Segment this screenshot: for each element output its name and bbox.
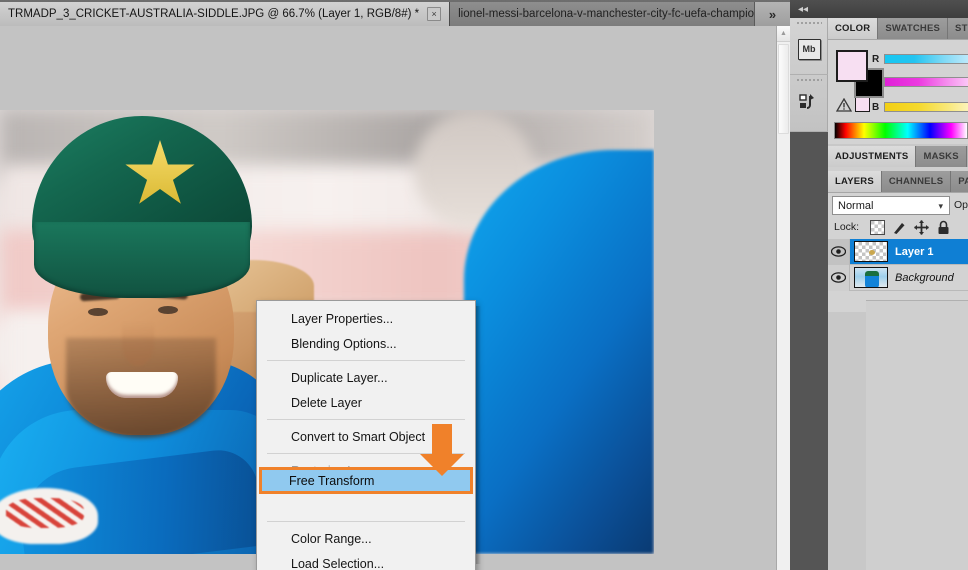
tab-paths[interactable]: PA [951,171,968,192]
mini-bridge-button[interactable]: Mb [790,18,828,75]
history-actions-icon [799,94,814,109]
document-tab-active[interactable]: TRMADP_3_CRICKET-AUSTRALIA-SIDDLE.JPG @ … [0,2,451,26]
slider-r[interactable] [884,54,968,64]
lock-label: Lock: [834,221,860,233]
jacket-logo-mark [6,498,84,528]
layer-thumbnail[interactable] [854,267,888,288]
menu-item-load-selection[interactable]: Load Selection... [257,551,475,570]
chevron-down-icon: ▾ [938,201,943,211]
slider-g[interactable] [884,77,968,87]
dock-rail-filler [790,132,828,570]
canvas-vertical-scrollbar[interactable]: ▲ [776,26,790,570]
right-person-shoulder [464,150,654,554]
tab-masks[interactable]: MASKS [916,146,967,167]
warning-triangle-icon [836,98,852,112]
close-icon[interactable]: × [427,7,442,21]
layers-panel-filler [866,300,968,570]
menu-item-duplicate-layer[interactable]: Duplicate Layer... [257,365,475,390]
eye-icon [831,246,846,257]
document-tab-title: lionel-messi-barcelona-v-manchester-city… [458,8,779,20]
menu-item-color-range[interactable]: Color Range... [257,526,475,551]
lock-row: Lock: [828,217,968,239]
menu-item-free-transform-label: Free Transform [289,474,375,488]
panel-column: COLOR SWATCHES STY R G B ADJUSTMENTS MAS… [828,18,968,570]
blend-mode-row: Normal ▾ Opa [828,193,968,217]
blend-mode-select[interactable]: Normal ▾ [832,196,950,215]
layers-panel-body: Normal ▾ Opa Lock: [828,192,968,312]
opacity-label: Opa [954,199,968,211]
color-spectrum-ramp[interactable] [834,122,968,139]
table-row[interactable]: Layer 1 [828,238,968,265]
out-of-gamut-swatch[interactable] [855,97,870,112]
menu-item-free-transform-spacer [257,492,475,517]
channel-label-b: B [872,102,880,113]
layer-visibility-toggle[interactable] [828,238,850,265]
layer-visibility-toggle[interactable] [828,264,850,291]
channel-label-r: R [872,54,880,65]
drag-grip-icon [796,21,822,26]
panel-icon-rail: Mb [790,18,828,132]
menu-separator [267,360,465,361]
table-row[interactable]: Background [828,264,968,291]
foreground-color-swatch[interactable] [836,50,868,82]
adjustments-panel-tabs: ADJUSTMENTS MASKS [828,146,968,167]
menu-item-delete-layer[interactable]: Delete Layer [257,390,475,415]
layer-name: Background [895,271,954,284]
dock-collapse-button[interactable]: ◂◂ [790,0,968,18]
document-tab-title: TRMADP_3_CRICKET-AUSTRALIA-SIDDLE.JPG @ … [8,8,420,20]
lock-image-pixels-icon[interactable] [892,220,907,235]
double-chevron-left-icon: ◂◂ [798,3,809,15]
lock-transparency-icon[interactable] [870,220,885,235]
mini-bridge-icon: Mb [797,38,821,60]
tab-layers[interactable]: LAYERS [828,171,882,192]
history-button[interactable] [790,75,828,132]
slider-b[interactable] [884,102,968,112]
main-person-eye [158,306,178,314]
document-tab-inactive[interactable]: lionel-messi-barcelona-v-manchester-city… [450,2,788,26]
right-dock: ◂◂ Mb COLOR SWATCHES STY R G [790,0,968,570]
tab-color[interactable]: COLOR [828,18,879,39]
eye-icon [831,272,846,283]
beanie-fold [34,222,250,298]
menu-item-layer-properties[interactable]: Layer Properties... [257,306,475,331]
tab-channels[interactable]: CHANNELS [881,171,952,192]
tab-overflow-button[interactable]: » [754,2,790,26]
layer-thumbnail[interactable] [854,241,888,262]
tab-swatches[interactable]: SWATCHES [878,18,949,39]
lock-position-icon[interactable] [914,220,929,235]
menu-separator [267,521,465,522]
drag-grip-icon [796,78,822,83]
layers-panel-tabs: LAYERS CHANNELS PA [828,171,968,192]
main-person-eye [88,308,108,316]
scrollbar-thumb[interactable] [778,44,789,134]
main-person-smile [106,372,178,398]
lock-all-icon[interactable] [936,220,951,235]
annotation-arrow-icon [420,424,464,476]
blend-mode-value: Normal [838,199,874,212]
menu-item-blending-options[interactable]: Blending Options... [257,331,475,356]
scroll-up-icon[interactable]: ▲ [777,26,790,42]
layer-name: Layer 1 [895,245,934,258]
menu-separator [267,419,465,420]
tab-styles[interactable]: STY [948,18,968,39]
menu-shadow [476,306,481,564]
tab-adjustments[interactable]: ADJUSTMENTS [828,146,917,167]
document-tab-bar: TRMADP_3_CRICKET-AUSTRALIA-SIDDLE.JPG @ … [0,0,790,26]
main-person-nose [122,322,154,366]
color-panel-tabs: COLOR SWATCHES STY [828,18,968,39]
color-panel-body: R G B [828,39,968,144]
